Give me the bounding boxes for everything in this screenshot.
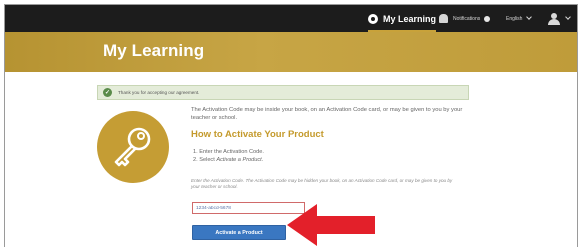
nav-my-learning-label: My Learning	[383, 13, 437, 24]
page-header-banner: My Learning	[5, 32, 577, 72]
step-emphasis: Activate a Product.	[216, 157, 264, 163]
step-text: Select	[199, 157, 215, 163]
nav-my-learning[interactable]: My Learning	[368, 5, 437, 32]
nav-notifications[interactable]: Notifications	[439, 5, 491, 32]
key-badge	[97, 111, 169, 183]
alert-message: Thank you for accepting our agreement.	[118, 90, 200, 95]
bell-icon	[439, 14, 448, 23]
notification-dot-icon	[484, 15, 491, 22]
user-menu[interactable]	[547, 5, 571, 32]
check-circle-icon: ✓	[103, 88, 112, 97]
step-number: 1.	[193, 149, 198, 155]
red-arrow-icon	[287, 204, 375, 246]
app-window: My Learning Notifications English My Lea…	[4, 4, 578, 247]
help-text: Enter the Activation Code. The Activatio…	[191, 178, 453, 189]
step-number: 2.	[193, 157, 198, 163]
section-heading: How to Activate Your Product	[191, 129, 324, 140]
top-nav-bar: My Learning Notifications English	[5, 5, 577, 32]
language-label: English	[506, 15, 523, 22]
step-item: 2. Select Activate a Product.	[193, 156, 264, 164]
step-text: Enter the Activation Code.	[199, 149, 264, 155]
chevron-down-icon	[565, 14, 571, 20]
activate-product-button[interactable]: Activate a Product	[192, 225, 286, 240]
page-title: My Learning	[103, 41, 205, 60]
key-icon	[114, 127, 151, 167]
user-icon	[547, 12, 561, 25]
step-item: 1. Enter the Activation Code.	[193, 148, 264, 156]
chevron-down-icon	[526, 14, 533, 20]
intro-text: The Activation Code may be inside your b…	[191, 107, 463, 121]
success-alert: ✓ Thank you for accepting our agreement.	[97, 85, 469, 100]
circle-icon	[368, 13, 378, 24]
language-selector[interactable]: English	[506, 5, 533, 32]
nav-notifications-label: Notifications	[453, 15, 481, 22]
steps-list: 1. Enter the Activation Code. 2. Select …	[193, 148, 264, 164]
